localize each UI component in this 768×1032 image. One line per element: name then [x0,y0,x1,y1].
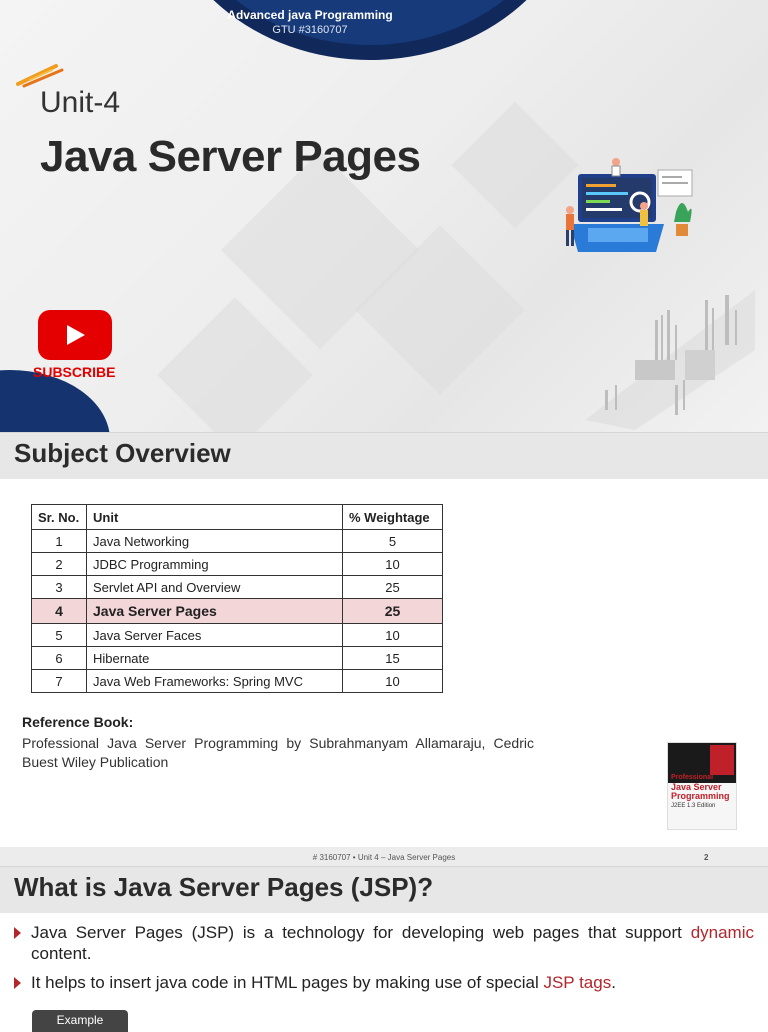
title-slide: Advanced java Programming GTU #3160707 U… [0,0,768,432]
bullet-text-part: content. [31,944,92,963]
reference-heading: Reference Book: [22,714,134,730]
reference-text: Professional Java Server Programming by … [22,735,534,770]
bullet-text: It helps to insert java code in HTML pag… [31,972,754,993]
bullet-keyword: JSP tags [543,973,612,992]
weightage-cell: 5 [342,529,443,553]
column-header: Sr. No. [31,504,87,530]
footer-text: # 3160707 • Unit 4 – Java Server Pages [312,853,456,862]
sr-no-cell: 1 [31,529,87,553]
decorative-streak-icon [16,64,64,88]
youtube-play-icon[interactable] [38,310,112,360]
unit-cell: Java Web Frameworks: Spring MVC [86,669,343,693]
weightage-cell: 15 [342,646,443,670]
table-header-row: Sr. No. Unit % Weightage [31,504,443,530]
weightage-cell: 10 [342,669,443,693]
sr-no-cell: 4 [31,598,87,624]
sr-no-cell: 7 [31,669,87,693]
unit-weightage-table: Sr. No. Unit % Weightage 1 Java Networki… [31,504,443,693]
bullet-arrow-icon [14,927,21,939]
sr-no-cell: 3 [31,575,87,599]
bullet-text-part: It helps to insert java code in HTML pag… [31,973,544,992]
course-title: Advanced java Programming [227,8,393,22]
table-row: 2 JDBC Programming 10 [31,552,443,576]
main-title: Java Server Pages [40,132,421,181]
bullet-item: Java Server Pages (JSP) is a technology … [14,922,754,966]
unit-cell: JDBC Programming [86,552,343,576]
bullet-text-part: . [611,973,616,992]
book-cover-line: Professional [671,774,714,781]
table-row-highlighted: 4 Java Server Pages 25 [31,598,443,624]
decorative-barcode-graphic [585,290,755,430]
section-title: Subject Overview [14,438,231,468]
column-header: % Weightage [342,504,443,530]
unit-cell: Java Server Pages [86,598,343,624]
book-cover-edition: J2EE 1.3 Edition [671,803,716,809]
subscribe-label[interactable]: SUBSCRIBE [33,364,115,380]
developer-laptop-illustration [566,158,693,252]
bullet-text: Java Server Pages (JSP) is a technology … [31,922,754,964]
unit-cell: Java Networking [86,529,343,553]
unit-label: Unit-4 [40,86,121,119]
sr-no-cell: 2 [31,552,87,576]
sr-no-cell: 5 [31,623,87,647]
unit-cell: Java Server Faces [86,623,343,647]
unit-cell: Servlet API and Overview [86,575,343,599]
book-cover-image: Professional Java Server Programming J2E… [667,742,737,830]
bullet-keyword: dynamic [690,923,754,942]
table-row: 1 Java Networking 5 [31,529,443,553]
book-cover-title: Java Server Programming [671,782,730,801]
weightage-cell: 10 [342,623,443,647]
slide-footer: # 3160707 • Unit 4 – Java Server Pages 2 [0,847,768,867]
table-row: 3 Servlet API and Overview 25 [31,575,443,599]
weightage-cell: 25 [342,598,443,624]
weightage-cell: 10 [342,552,443,576]
bullet-item: It helps to insert java code in HTML pag… [14,972,754,994]
table-row: 7 Java Web Frameworks: Spring MVC 10 [31,669,443,693]
unit-cell: Hibernate [86,646,343,670]
bullet-text-part: Java Server Pages (JSP) is a technology … [31,923,691,942]
youtube-badge[interactable]: SUBSCRIBE [0,310,140,432]
table-row: 6 Hibernate 15 [31,646,443,670]
table-row: 5 Java Server Faces 10 [31,623,443,647]
weightage-cell: 25 [342,575,443,599]
sr-no-cell: 6 [31,646,87,670]
column-header: Unit [86,504,343,530]
example-tab[interactable]: Example [32,1010,128,1032]
page-number: 2 [704,853,709,862]
section-title: What is Java Server Pages (JSP)? [14,872,434,902]
course-code: GTU #3160707 [272,24,348,36]
bullet-arrow-icon [14,977,21,989]
